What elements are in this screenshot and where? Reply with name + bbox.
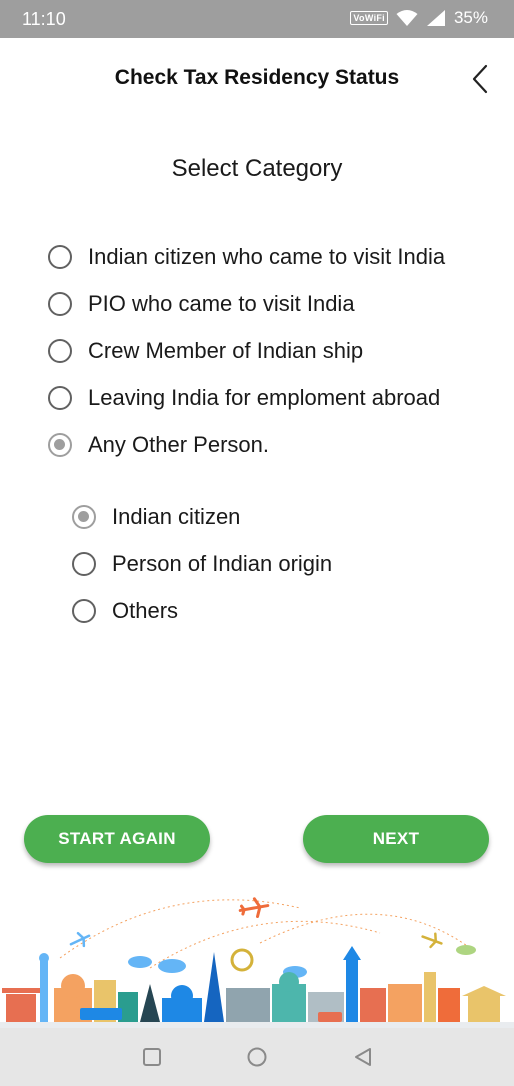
start-again-button[interactable]: START AGAIN (24, 815, 210, 863)
status-bar: 11:10 VoWiFi 35% (0, 0, 514, 38)
radio-option-indian-citizen-visit[interactable]: Indian citizen who came to visit India (48, 237, 445, 277)
radio-option-sub-indian-citizen[interactable]: Indian citizen (72, 497, 240, 537)
option-label: PIO who came to visit India (88, 291, 355, 316)
travel-skyline-illustration (0, 897, 514, 1028)
radio-button-selected[interactable] (72, 505, 96, 529)
radio-option-sub-others[interactable]: Others (72, 591, 178, 631)
battery-percentage: 35% (453, 8, 488, 27)
radio-option-pio-visit[interactable]: PIO who came to visit India (48, 284, 355, 324)
nav-back-icon[interactable] (352, 1046, 374, 1068)
back-chevron-icon[interactable] (464, 62, 498, 96)
page-title: Check Tax Residency Status (114, 66, 400, 89)
status-icons: VoWiFi 35% (350, 8, 488, 28)
app-header: Check Tax Residency Status (0, 38, 514, 122)
option-label: Indian citizen (112, 504, 241, 529)
next-button[interactable]: NEXT (303, 815, 489, 863)
nav-recents-icon[interactable] (141, 1046, 163, 1068)
radio-button[interactable] (72, 599, 96, 623)
status-time: 11:10 (22, 9, 66, 29)
option-label: Indian citizen who came to visit India (88, 244, 446, 269)
section-title: Select Category (171, 155, 343, 182)
radio-option-sub-person-of-indian-origin[interactable]: Person of Indian origin (72, 544, 332, 584)
radio-option-leaving-india[interactable]: Leaving India for emploment abroad (48, 378, 440, 418)
radio-button[interactable] (48, 245, 72, 269)
option-label: Crew Member of Indian ship (88, 338, 364, 363)
radio-button[interactable] (48, 339, 72, 363)
radio-button[interactable] (72, 552, 96, 576)
radio-button-selected[interactable] (48, 433, 72, 457)
nav-home-icon[interactable] (246, 1046, 268, 1068)
vowifi-badge: VoWiFi (350, 11, 388, 25)
radio-option-any-other-person[interactable]: Any Other Person. (48, 425, 269, 465)
signal-icon (426, 10, 445, 26)
option-label: Any Other Person. (88, 432, 269, 457)
radio-option-crew-member[interactable]: Crew Member of Indian ship (48, 331, 363, 371)
airplane-icon (69, 931, 91, 948)
option-label: Leaving India for emploment abroad (88, 385, 441, 410)
option-label: Person of Indian origin (112, 551, 333, 576)
airplane-icon (421, 932, 443, 949)
option-label: Others (112, 598, 179, 623)
wifi-icon (396, 10, 418, 26)
radio-button[interactable] (48, 292, 72, 316)
radio-button[interactable] (48, 386, 72, 410)
system-nav-bar (0, 1028, 514, 1086)
